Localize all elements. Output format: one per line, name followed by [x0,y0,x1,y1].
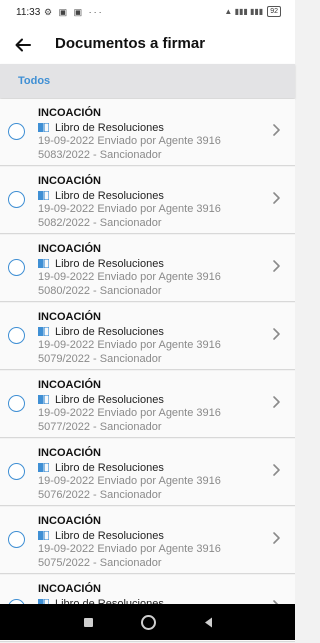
book-icon [38,259,49,268]
select-radio[interactable] [8,327,25,344]
book-row: Libro de Resoluciones [38,461,164,474]
book-row: Libro de Resoluciones [38,257,164,270]
notification-icons: ⚙ ▣ ▣ ··· [44,7,104,17]
document-list: INCOACIÓN Libro de Resoluciones 19-09-2022… [0,99,295,643]
document-type: INCOACIÓN [38,583,101,595]
document-reference: 5076/2022 - Sancionador [38,489,162,501]
document-reference: 5083/2022 - Sancionador [38,149,162,161]
document-item[interactable]: INCOACIÓN Libro de Resoluciones 19-09-2022… [0,439,295,506]
select-radio[interactable] [8,259,25,276]
tab-bar: Todos [0,64,295,98]
chevron-right-icon [273,396,280,408]
status-bar: 11:33 ⚙ ▣ ▣ ··· ▲ ▮▮▮ ▮▮▮ 92 [0,0,295,26]
status-time: 11:33 [16,7,41,18]
document-sent-info: 19-09-2022 Enviado por Agente 3916 [38,135,221,147]
book-icon [38,463,49,472]
document-type: INCOACIÓN [38,243,101,255]
back-triangle-icon [204,617,212,627]
battery-icon: 92 [267,6,281,17]
document-reference: 5082/2022 - Sancionador [38,217,162,229]
recents-button[interactable] [68,604,108,640]
document-sent-info: 19-09-2022 Enviado por Agente 3916 [38,475,221,487]
document-item[interactable]: INCOACIÓN Libro de Resoluciones 19-09-2022… [0,507,295,574]
document-sent-info: 19-09-2022 Enviado por Agente 3916 [38,203,221,215]
document-type: INCOACIÓN [38,311,101,323]
system-back-button[interactable] [188,604,228,640]
select-radio[interactable] [8,463,25,480]
back-button[interactable] [10,32,36,58]
book-label: Libro de Resoluciones [55,121,164,134]
app-bar: Documentos a firmar [0,26,295,64]
book-row: Libro de Resoluciones [38,189,164,202]
document-sent-info: 19-09-2022 Enviado por Agente 3916 [38,271,221,283]
recents-icon [83,617,93,627]
document-item[interactable]: INCOACIÓN Libro de Resoluciones 19-09-2022… [0,371,295,438]
book-row: Libro de Resoluciones [38,529,164,542]
book-label: Libro de Resoluciones [55,461,164,474]
document-type: INCOACIÓN [38,379,101,391]
chevron-right-icon [273,124,280,136]
document-sent-info: 19-09-2022 Enviado por Agente 3916 [38,543,221,555]
document-sent-info: 19-09-2022 Enviado por Agente 3916 [38,339,221,351]
home-icon [140,614,156,630]
document-type: INCOACIÓN [38,447,101,459]
book-icon [38,395,49,404]
book-icon [38,191,49,200]
document-item[interactable]: INCOACIÓN Libro de Resoluciones 19-09-2022… [0,99,295,166]
system-icons: ▲ ▮▮▮ ▮▮▮ 92 [224,6,281,17]
chevron-right-icon [273,260,280,272]
book-icon [38,327,49,336]
document-item[interactable]: INCOACIÓN Libro de Resoluciones 19-09-2022… [0,303,295,370]
document-type: INCOACIÓN [38,107,101,119]
document-reference: 5075/2022 - Sancionador [38,557,162,569]
document-item[interactable]: INCOACIÓN Libro de Resoluciones 19-09-2022… [0,167,295,234]
book-row: Libro de Resoluciones [38,393,164,406]
select-radio[interactable] [8,531,25,548]
document-reference: 5080/2022 - Sancionador [38,285,162,297]
document-reference: 5077/2022 - Sancionador [38,421,162,433]
arrow-back-icon [15,38,31,52]
home-button[interactable] [128,604,168,640]
book-label: Libro de Resoluciones [55,393,164,406]
tab-todos[interactable]: Todos [18,75,50,87]
page-title: Documentos a firmar [55,35,206,52]
chevron-right-icon [273,328,280,340]
document-reference: 5079/2022 - Sancionador [38,353,162,365]
book-label: Libro de Resoluciones [55,529,164,542]
system-nav-bar [0,604,295,640]
book-label: Libro de Resoluciones [55,257,164,270]
chevron-right-icon [273,532,280,544]
book-icon [38,531,49,540]
signal-icon: ▲ ▮▮▮ ▮▮▮ [224,7,264,16]
document-item[interactable]: INCOACIÓN Libro de Resoluciones 19-09-2022… [0,235,295,302]
document-sent-info: 19-09-2022 Enviado por Agente 3916 [38,407,221,419]
book-row: Libro de Resoluciones [38,121,164,134]
book-label: Libro de Resoluciones [55,189,164,202]
book-label: Libro de Resoluciones [55,325,164,338]
select-radio[interactable] [8,191,25,208]
document-type: INCOACIÓN [38,175,101,187]
chevron-right-icon [273,464,280,476]
book-icon [38,123,49,132]
document-type: INCOACIÓN [38,515,101,527]
book-row: Libro de Resoluciones [38,325,164,338]
chevron-right-icon [273,192,280,204]
select-radio[interactable] [8,123,25,140]
select-radio[interactable] [8,395,25,412]
